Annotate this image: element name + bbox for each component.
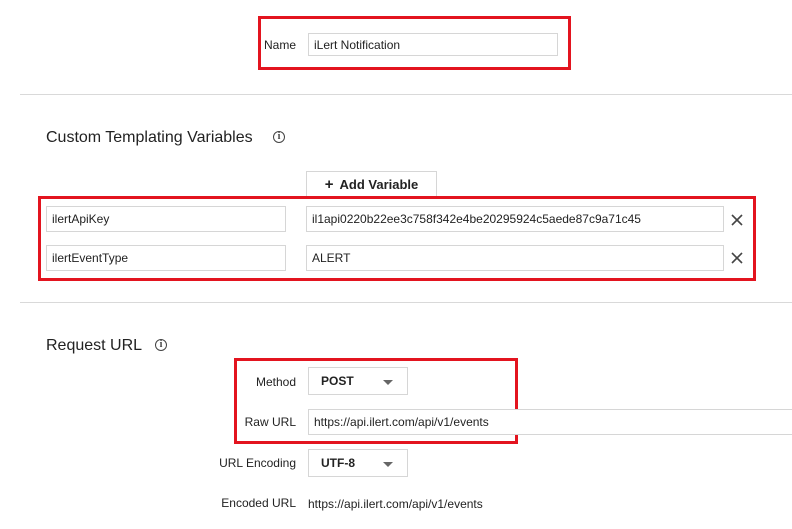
encoded-url-label: Encoded URL <box>221 496 296 510</box>
request-url-title: Request URL <box>46 337 143 354</box>
variable-value-input[interactable] <box>306 245 724 271</box>
raw-url-input[interactable] <box>308 409 792 435</box>
add-variable-button[interactable]: + Add Variable <box>306 171 437 197</box>
close-icon[interactable] <box>729 250 745 266</box>
variable-value-input[interactable] <box>306 206 724 232</box>
info-icon[interactable]: i <box>155 339 167 351</box>
close-icon[interactable] <box>729 212 745 228</box>
variable-key-input[interactable] <box>46 245 286 271</box>
method-select[interactable]: POST <box>308 367 408 395</box>
name-input[interactable] <box>308 33 558 56</box>
plus-icon: + <box>324 175 334 193</box>
chevron-down-icon <box>383 462 393 467</box>
divider-top <box>20 94 792 95</box>
templating-title: Custom Templating Variables <box>46 129 253 146</box>
name-label: Name <box>264 38 297 52</box>
raw-url-label: Raw URL <box>244 415 296 429</box>
url-encoding-select[interactable]: UTF-8 <box>308 449 408 477</box>
method-label: Method <box>255 375 296 389</box>
url-encoding-value: UTF-8 <box>321 456 355 470</box>
url-encoding-label: URL Encoding <box>219 456 296 470</box>
add-variable-label: Add Variable <box>339 176 419 192</box>
divider-middle <box>20 302 792 303</box>
method-value: POST <box>321 374 354 388</box>
variable-key-input[interactable] <box>46 206 286 232</box>
info-icon[interactable]: i <box>273 131 285 143</box>
chevron-down-icon <box>383 380 393 385</box>
encoded-url-value: https://api.ilert.com/api/v1/events <box>308 497 483 511</box>
